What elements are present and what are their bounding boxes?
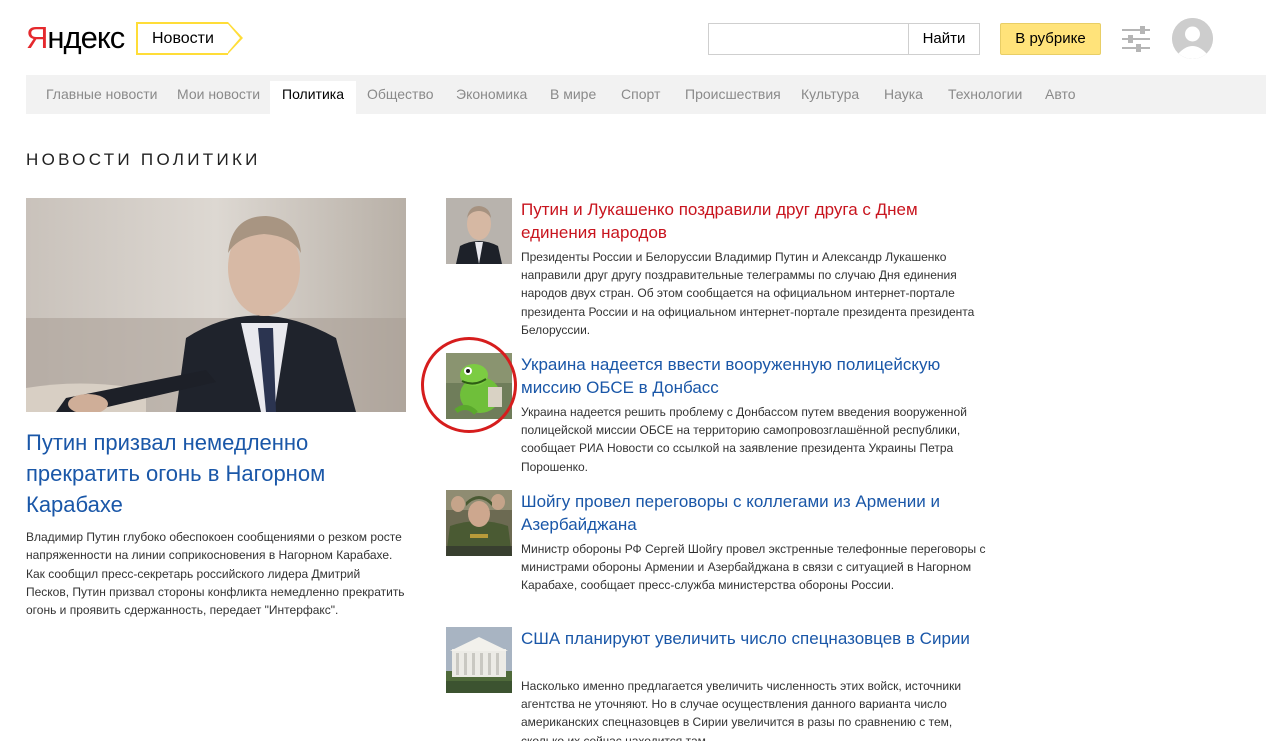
story-annotation: Министр обороны РФ Сергей Шойгу провел э… xyxy=(521,542,986,593)
lead-story-annotation: Владимир Путин глубоко обеспокоен сообще… xyxy=(26,530,405,618)
nav-item-auto[interactable]: Авто xyxy=(1033,81,1088,114)
logo-first-letter: Я xyxy=(26,20,48,55)
annotation-circle xyxy=(421,337,517,433)
story-title[interactable]: Шойгу провел переговоры с коллегами из А… xyxy=(521,490,986,536)
page-title: НОВОСТИ ПОЛИТИКИ xyxy=(26,150,261,169)
yandex-logo[interactable]: Яндекс xyxy=(26,20,125,56)
list-item: США планируют увеличить число спецназовц… xyxy=(446,627,986,741)
story-title[interactable]: Путин и Лукашенко поздравили друг друга … xyxy=(521,198,986,244)
lead-story-image[interactable] xyxy=(26,198,406,412)
nav-item-politics[interactable]: Политика xyxy=(270,81,356,114)
list-item: Путин и Лукашенко поздравили друг друга … xyxy=(446,198,986,343)
lead-story-title[interactable]: Путин призвал немедленно прекратить огон… xyxy=(26,427,406,520)
search-button[interactable]: Найти xyxy=(908,23,980,55)
sliders-icon[interactable] xyxy=(1122,26,1150,52)
user-avatar-icon[interactable] xyxy=(1172,18,1213,59)
story-annotation: Президенты России и Белоруссии Владимир … xyxy=(521,250,975,337)
search-in-rubric-button[interactable]: В рубрике xyxy=(1000,23,1101,55)
nav-item-culture[interactable]: Культура xyxy=(789,81,871,114)
nav-item-sport[interactable]: Спорт xyxy=(609,81,672,114)
nav-item-my-news[interactable]: Мои новости xyxy=(165,81,272,114)
nav-item-technology[interactable]: Технологии xyxy=(936,81,1034,114)
story-title[interactable]: Украина надеется ввести вооруженную поли… xyxy=(521,353,986,399)
logo-rest: ндекс xyxy=(47,20,125,55)
story-title[interactable]: США планируют увеличить число спецназовц… xyxy=(521,627,986,650)
list-item: Шойгу провел переговоры с коллегами из А… xyxy=(446,490,986,615)
rubric-nav: Главные новости Мои новости Политика Общ… xyxy=(26,75,1266,114)
story-thumbnail[interactable] xyxy=(446,198,512,264)
header: Яндекс Новости Найти В рубрике xyxy=(0,0,1266,75)
story-thumbnail[interactable] xyxy=(446,490,512,556)
nav-item-main[interactable]: Главные новости xyxy=(34,81,169,114)
nav-item-science[interactable]: Наука xyxy=(872,81,935,114)
list-item: Украина надеется ввести вооруженную поли… xyxy=(446,353,986,478)
search-input[interactable] xyxy=(708,23,909,55)
story-annotation: Насколько именно предлагается увеличить … xyxy=(521,679,962,741)
story-thumbnail[interactable] xyxy=(446,627,512,693)
nav-item-economy[interactable]: Экономика xyxy=(444,81,539,114)
nav-item-world[interactable]: В мире xyxy=(538,81,608,114)
nav-item-incidents[interactable]: Происшествия xyxy=(673,81,793,114)
service-label-news[interactable]: Новости xyxy=(136,22,243,55)
nav-item-society[interactable]: Общество xyxy=(355,81,446,114)
story-annotation: Украина надеется решить проблему с Донба… xyxy=(521,405,967,474)
